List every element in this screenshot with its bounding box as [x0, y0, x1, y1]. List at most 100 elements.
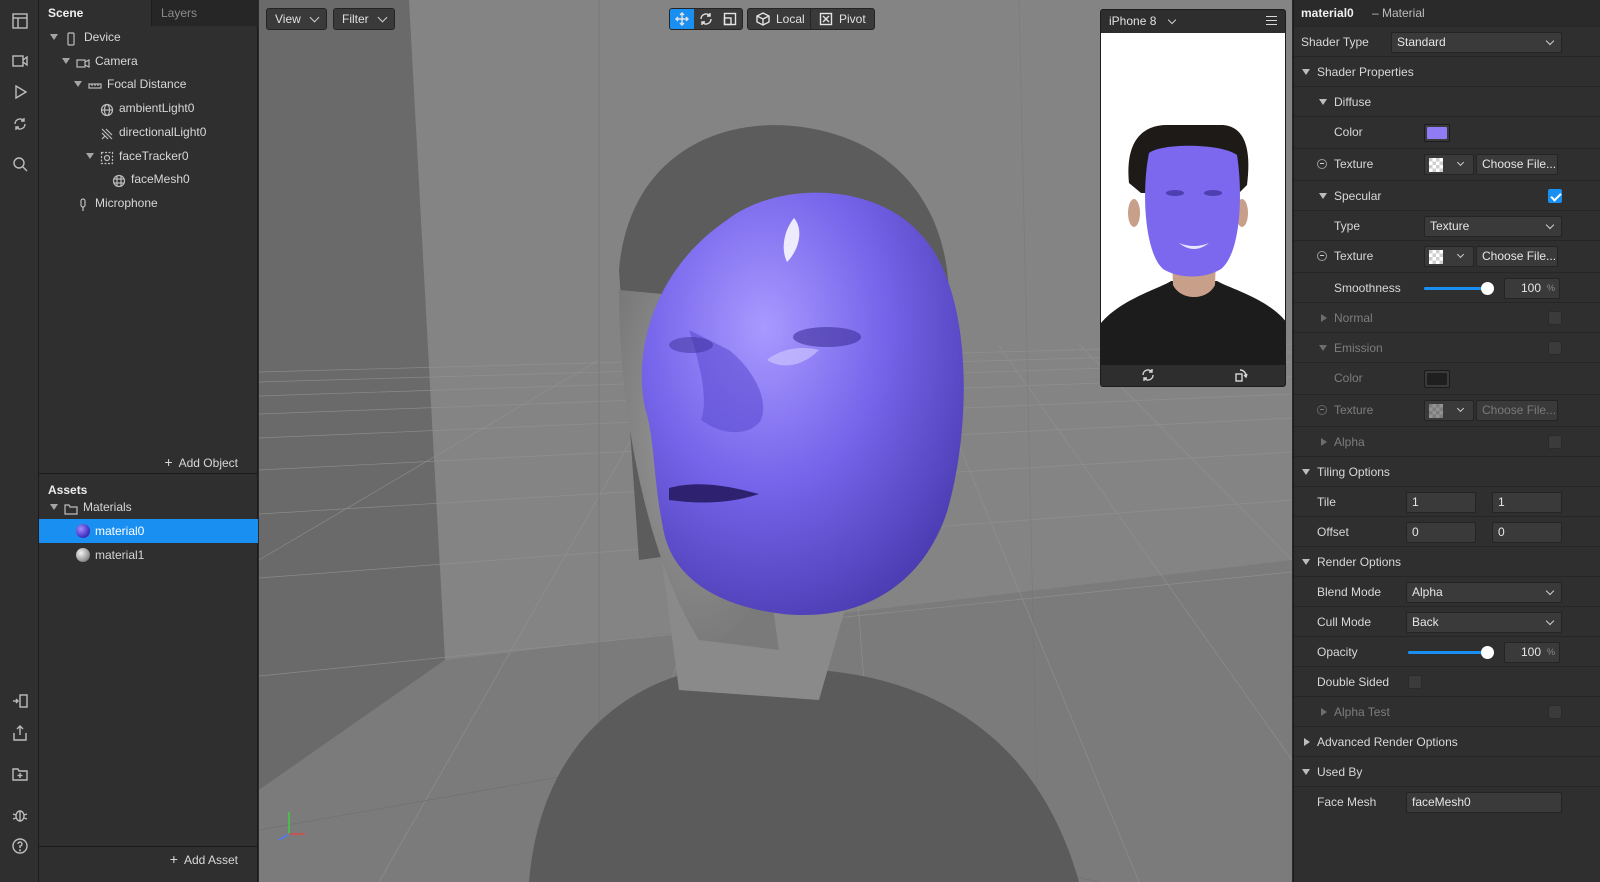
send-to-device-icon[interactable] [9, 690, 30, 711]
advanced-render-options-section[interactable]: Advanced Render Options [1294, 727, 1600, 757]
asset-item-material0[interactable]: material0 [39, 519, 258, 543]
diffuse-texture-picker[interactable] [1424, 154, 1474, 175]
layout-icon[interactable] [9, 10, 30, 31]
move-tool-button[interactable] [670, 9, 694, 29]
chevron-down-icon[interactable] [1167, 15, 1177, 25]
collapse-triangle-icon[interactable] [50, 34, 58, 40]
video-icon[interactable] [9, 50, 30, 71]
view-dropdown[interactable]: View [266, 8, 327, 30]
slider-knob[interactable] [1481, 282, 1494, 295]
expand-triangle-icon[interactable] [1321, 314, 1327, 322]
alpha-test-section[interactable]: Alpha Test [1294, 697, 1600, 727]
zoom-icon[interactable] [9, 153, 30, 174]
rotate-device-icon[interactable] [1234, 368, 1248, 385]
emission-color-swatch[interactable] [1424, 370, 1450, 388]
bug-icon[interactable] [9, 804, 30, 825]
tree-item-microphone[interactable]: Microphone [39, 191, 258, 215]
tile-x-field[interactable]: 1 [1406, 492, 1476, 513]
smoothness-slider[interactable] [1424, 282, 1494, 295]
tree-item-directional-light[interactable]: directionalLight0 [39, 120, 258, 144]
tree-item-device[interactable]: Device [39, 25, 258, 49]
texture-label: Texture [1334, 157, 1374, 171]
add-folder-icon[interactable] [9, 763, 30, 784]
collapse-triangle-icon[interactable] [1302, 559, 1310, 565]
refresh-icon[interactable] [9, 113, 30, 134]
specular-texture-picker[interactable] [1424, 246, 1474, 267]
slider-knob[interactable] [1481, 646, 1494, 659]
collapse-triangle-icon[interactable] [1302, 69, 1310, 75]
asset-folder-materials[interactable]: Materials [39, 495, 258, 519]
link-arrow-icon[interactable] [1317, 251, 1327, 261]
tree-item-focal-distance[interactable]: Focal Distance [39, 72, 258, 96]
offset-x-field[interactable]: 0 [1406, 522, 1476, 543]
render-options-section[interactable]: Render Options [1294, 547, 1600, 577]
section-title: Normal [1334, 311, 1373, 325]
blend-mode-select[interactable]: Alpha [1406, 582, 1562, 603]
tree-item-ambient-light[interactable]: ambientLight0 [39, 96, 258, 120]
offset-y-field[interactable]: 0 [1492, 522, 1562, 543]
shader-properties-section[interactable]: Shader Properties [1294, 57, 1600, 87]
pivot-toggle[interactable]: Pivot [810, 8, 875, 30]
local-toggle[interactable]: Local [747, 8, 814, 30]
tree-item-face-tracker[interactable]: faceTracker0 [39, 144, 258, 168]
collapse-triangle-icon[interactable] [1302, 769, 1310, 775]
collapse-triangle-icon[interactable] [62, 58, 70, 64]
diffuse-color-swatch[interactable] [1424, 124, 1450, 142]
help-icon[interactable] [9, 835, 30, 856]
rotate-tool-button[interactable] [694, 9, 718, 29]
shader-type-select[interactable]: Standard [1391, 32, 1562, 53]
filter-dropdown[interactable]: Filter [333, 8, 395, 30]
opacity-slider[interactable] [1408, 646, 1494, 659]
cull-mode-select[interactable]: Back [1406, 612, 1562, 633]
tab-scene[interactable]: Scene [39, 0, 151, 26]
collapse-triangle-icon[interactable] [1302, 469, 1310, 475]
collapse-triangle-icon[interactable] [50, 504, 58, 510]
emission-enabled-checkbox[interactable] [1548, 341, 1562, 355]
menu-icon[interactable] [1266, 16, 1277, 25]
opacity-field[interactable]: 100% [1504, 642, 1560, 663]
flip-camera-icon[interactable] [1141, 368, 1155, 385]
emission-texture-picker[interactable] [1424, 400, 1474, 421]
diffuse-choose-file-button[interactable]: Choose File... [1476, 154, 1558, 175]
export-icon[interactable] [9, 722, 30, 743]
specular-choose-file-button[interactable]: Choose File... [1476, 246, 1558, 267]
scale-tool-button[interactable] [718, 9, 742, 29]
face-mask[interactable] [641, 192, 964, 616]
tab-layers[interactable]: Layers [151, 0, 258, 26]
normal-enabled-checkbox[interactable] [1548, 311, 1562, 325]
alpha-test-checkbox[interactable] [1548, 705, 1562, 719]
specular-section[interactable]: Specular [1294, 181, 1600, 211]
specular-enabled-checkbox[interactable] [1548, 189, 1562, 203]
face-mesh-link[interactable]: faceMesh0 [1406, 792, 1562, 813]
used-by-section[interactable]: Used By [1294, 757, 1600, 787]
tile-y-field[interactable]: 1 [1492, 492, 1562, 513]
link-arrow-icon[interactable] [1317, 159, 1327, 169]
viewport[interactable]: View Filter Local Pivot iPhone 8 [259, 0, 1292, 882]
collapse-triangle-icon[interactable] [1319, 345, 1327, 351]
emission-section[interactable]: Emission [1294, 333, 1600, 363]
add-object-button[interactable]: + Add Object [39, 450, 258, 474]
link-arrow-icon[interactable] [1317, 405, 1327, 415]
expand-triangle-icon[interactable] [1304, 738, 1310, 746]
device-selector[interactable]: iPhone 8 [1109, 14, 1156, 28]
collapse-triangle-icon[interactable] [1319, 193, 1327, 199]
expand-triangle-icon[interactable] [1321, 708, 1327, 716]
double-sided-checkbox[interactable] [1408, 675, 1422, 689]
smoothness-field[interactable]: 100% [1504, 278, 1560, 299]
alpha-enabled-checkbox[interactable] [1548, 435, 1562, 449]
tree-item-face-mesh[interactable]: faceMesh0 [39, 167, 258, 191]
alpha-section[interactable]: Alpha [1294, 427, 1600, 457]
asset-item-material1[interactable]: material1 [39, 543, 258, 567]
diffuse-section[interactable]: Diffuse [1294, 87, 1600, 117]
collapse-triangle-icon[interactable] [74, 81, 82, 87]
specular-type-select[interactable]: Texture [1424, 216, 1562, 237]
normal-section[interactable]: Normal [1294, 303, 1600, 333]
emission-choose-file-button[interactable]: Choose File... [1476, 400, 1558, 421]
collapse-triangle-icon[interactable] [86, 153, 94, 159]
expand-triangle-icon[interactable] [1321, 438, 1327, 446]
add-asset-button[interactable]: + Add Asset [39, 846, 258, 870]
tree-item-camera[interactable]: Camera [39, 49, 258, 73]
play-icon[interactable] [9, 81, 30, 102]
tiling-options-section[interactable]: Tiling Options [1294, 457, 1600, 487]
collapse-triangle-icon[interactable] [1319, 99, 1327, 105]
